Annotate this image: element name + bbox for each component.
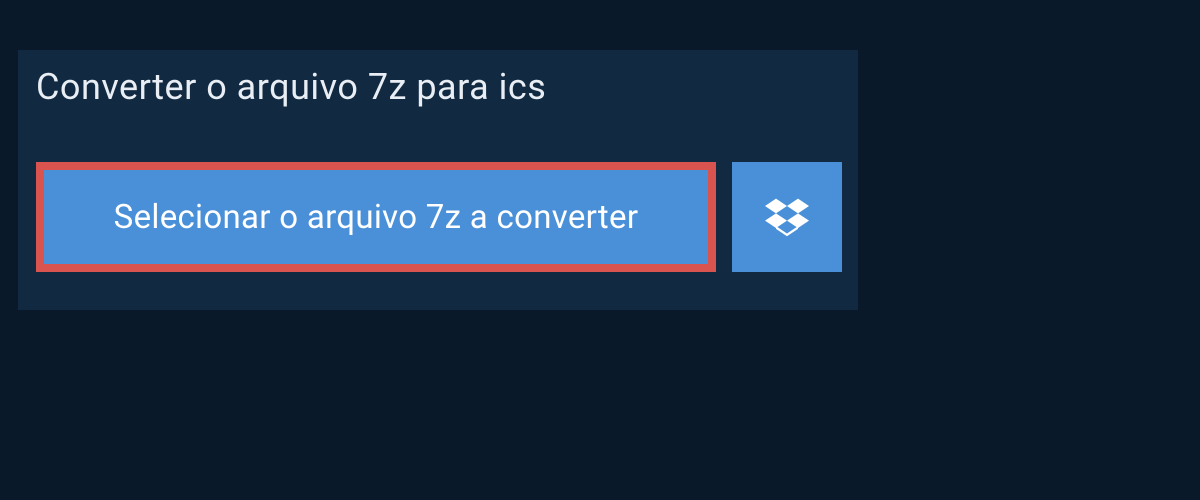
converter-panel: Converter o arquivo 7z para ics Selecion… bbox=[18, 50, 858, 310]
select-file-button-label: Selecionar o arquivo 7z a converter bbox=[114, 198, 639, 237]
dropbox-button[interactable] bbox=[732, 162, 842, 272]
button-row: Selecionar o arquivo 7z a converter bbox=[36, 162, 840, 272]
dropbox-icon bbox=[765, 195, 809, 239]
panel-title: Converter o arquivo 7z para ics bbox=[18, 50, 576, 124]
panel-body: Selecionar o arquivo 7z a converter bbox=[18, 124, 858, 310]
select-file-button[interactable]: Selecionar o arquivo 7z a converter bbox=[36, 162, 716, 272]
